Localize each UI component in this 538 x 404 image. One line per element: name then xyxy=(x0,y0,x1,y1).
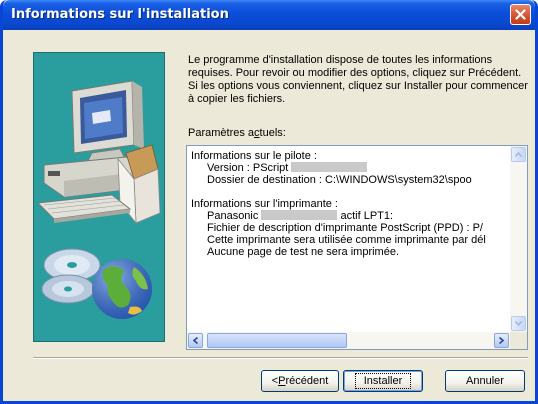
cancel-button[interactable]: Annuler xyxy=(445,370,525,392)
horizontal-scroll-thumb[interactable] xyxy=(207,333,347,348)
globe-icon xyxy=(92,259,152,319)
default-printer-line: Cette imprimante sera utilisée comme imp… xyxy=(207,234,486,246)
printer-name-prefix: Panasonic xyxy=(207,210,259,222)
params-label-suffix: tuels: xyxy=(259,127,286,139)
driver-version-line: Version : PScript xyxy=(191,162,509,174)
redacted-block xyxy=(261,210,338,220)
close-button[interactable] xyxy=(510,4,531,25)
driver-version-label: Version : PScript xyxy=(207,162,289,174)
params-label-prefix: Paramètres a xyxy=(188,127,255,139)
redacted-block xyxy=(291,162,368,172)
scroll-right-icon xyxy=(499,337,504,344)
scroll-left-icon xyxy=(193,337,198,344)
title-bar[interactable]: Informations sur l'installation xyxy=(3,0,535,30)
intro-text: Le programme d'installation dispose de t… xyxy=(188,54,528,105)
scroll-down-button[interactable] xyxy=(511,316,526,331)
wizard-illustration xyxy=(33,52,165,342)
printer-info-header: Informations sur l'imprimante : xyxy=(191,198,338,210)
installation-dialog: Informations sur l'installation Le progr… xyxy=(0,0,538,404)
settings-summary-box[interactable]: Informations sur le pilote : Version : P… xyxy=(186,145,528,350)
button-separator xyxy=(33,357,528,359)
cd-icon xyxy=(41,248,101,304)
horizontal-scrollbar[interactable] xyxy=(187,332,510,349)
scroll-left-button[interactable] xyxy=(188,333,203,348)
settings-summary-text: Informations sur le pilote : Version : P… xyxy=(191,150,509,331)
close-icon xyxy=(515,9,526,20)
vertical-scrollbar[interactable] xyxy=(510,146,527,332)
ppd-file-line: Fichier de description d'imprimante Post… xyxy=(207,222,483,234)
scrollbar-corner xyxy=(510,332,527,349)
driver-info-header: Informations sur le pilote : xyxy=(191,150,317,162)
back-button-access-key: P xyxy=(278,375,286,387)
window-title: Informations sur l'installation xyxy=(11,7,229,22)
destination-folder-line: Dossier de destination : C:\WINDOWS\syst… xyxy=(207,174,472,186)
scroll-up-button[interactable] xyxy=(511,147,526,162)
install-button-label: Installer xyxy=(354,373,412,389)
printer-port: actif LPT1: xyxy=(340,210,394,222)
scroll-right-button[interactable] xyxy=(494,333,509,348)
scroll-up-icon xyxy=(515,152,522,157)
current-parameters-label: Paramètres actuels: xyxy=(188,127,286,139)
printer-name-line: Panasonic actif LPT1: xyxy=(191,210,509,222)
scroll-down-icon xyxy=(515,321,522,326)
test-page-line: Aucune page de test ne sera imprimée. xyxy=(207,246,400,258)
back-button-suffix: récédent xyxy=(285,375,329,387)
computer-illustration xyxy=(36,80,161,319)
back-button[interactable]: < Précédent xyxy=(261,370,339,392)
install-button[interactable]: Installer xyxy=(343,370,423,392)
